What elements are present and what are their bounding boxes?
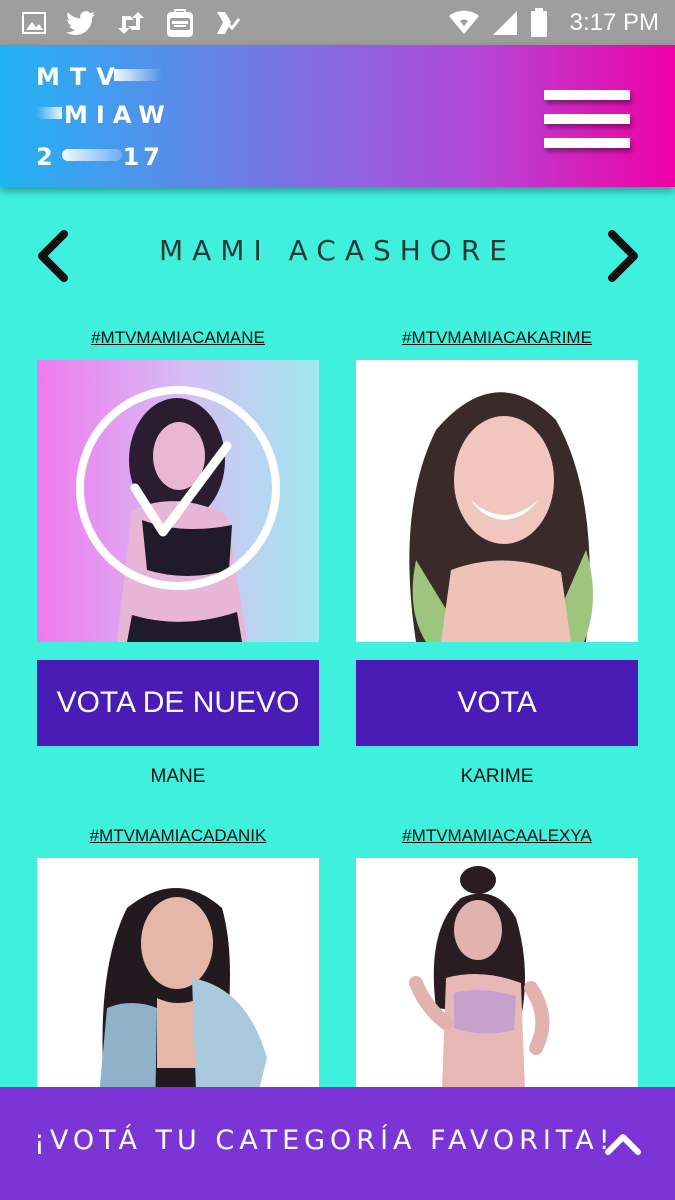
retweet-icon [116, 12, 146, 34]
nominee-hashtag[interactable]: #MTVMAMIACAMANE [37, 328, 319, 348]
nominee-hashtag[interactable]: #MTVMAMIACAKARIME [356, 328, 638, 348]
twitter-icon [66, 11, 96, 35]
system-icons: 3:17 PM [448, 8, 659, 38]
vote-button[interactable]: VOTA [356, 660, 638, 746]
app-header: MTV MIAW 2 17 [0, 45, 675, 187]
nominee-photo[interactable] [37, 858, 319, 1118]
notification-icons [22, 9, 240, 37]
battery-icon [530, 8, 548, 38]
shopping-bag-icon [166, 8, 194, 38]
vote-again-button[interactable]: VOTA DE NUEVO [37, 660, 319, 746]
status-bar: 3:17 PM [0, 0, 675, 45]
chevron-right-icon[interactable] [598, 228, 648, 284]
clock: 3:17 PM [569, 9, 659, 36]
hamburger-menu-icon[interactable] [544, 90, 632, 152]
check-app-icon [214, 10, 240, 36]
mtv-miaw-logo[interactable]: MTV MIAW 2 17 [36, 63, 176, 173]
nominee-photo[interactable] [37, 360, 319, 642]
nominee-name: MANE [150, 766, 206, 787]
nominee-hashtag[interactable]: #MTVMAMIACADANIK [37, 826, 319, 846]
chevron-up-icon[interactable] [604, 1129, 642, 1157]
category-title: MAMI ACASHORE [158, 234, 516, 267]
signal-icon [492, 10, 518, 36]
nominee-photo[interactable] [356, 360, 638, 642]
vote-category-footer[interactable]: ¡VOTÁ TU CATEGORÍA FAVORITA! [0, 1087, 675, 1200]
nominee-hashtag[interactable]: #MTVMAMIACAALEXYA [356, 826, 638, 846]
wifi-icon [448, 10, 480, 36]
nominee-photo[interactable] [356, 858, 638, 1118]
chevron-left-icon[interactable] [30, 228, 80, 284]
image-icon [22, 12, 46, 34]
nominee-name: KARIME [460, 766, 534, 787]
footer-text: ¡VOTÁ TU CATEGORÍA FAVORITA! [34, 1125, 615, 1156]
